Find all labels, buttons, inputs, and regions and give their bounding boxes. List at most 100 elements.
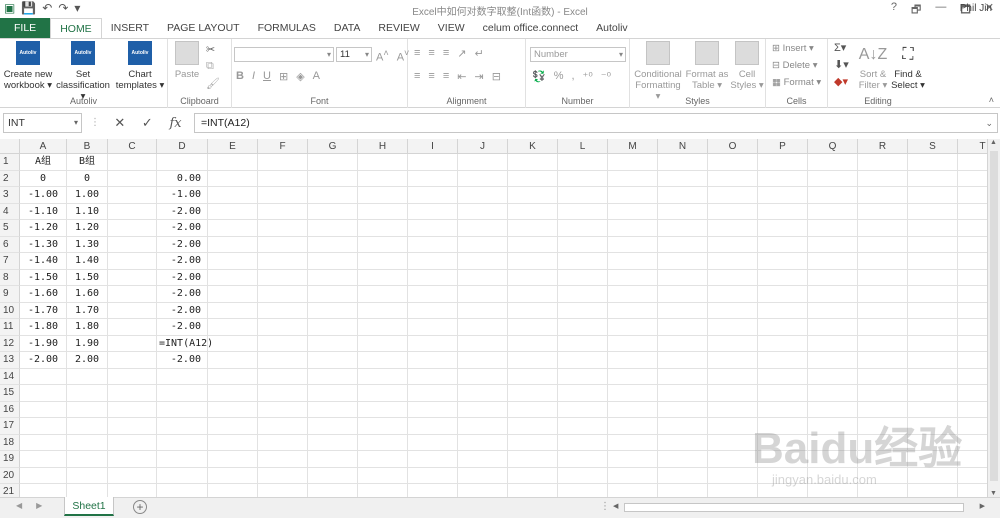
cell-f3[interactable] [258, 187, 308, 204]
cell-p15[interactable] [758, 385, 808, 402]
tab-split-handle-icon[interactable]: ⋮ [600, 501, 610, 512]
cell-i8[interactable] [408, 269, 458, 286]
cell-f5[interactable] [258, 220, 308, 237]
cell-a2[interactable]: 0 [20, 170, 67, 187]
cell-a16[interactable] [20, 401, 67, 418]
cell-d2[interactable]: 0.00 [157, 170, 208, 187]
cell-o14[interactable] [708, 368, 758, 385]
align-bottom-icon[interactable]: ≡ [443, 47, 449, 60]
cell-c2[interactable] [108, 170, 157, 187]
row-header-9[interactable]: 9 [0, 286, 20, 303]
cell-k7[interactable] [508, 253, 558, 270]
cell-f17[interactable] [258, 418, 308, 435]
cell-g12[interactable] [308, 335, 358, 352]
cell-c9[interactable] [108, 286, 157, 303]
cell-e13[interactable] [208, 352, 258, 369]
cell-p9[interactable] [758, 286, 808, 303]
cell-a18[interactable] [20, 434, 67, 451]
cell-s7[interactable] [908, 253, 958, 270]
cell-h16[interactable] [358, 401, 408, 418]
cell-e10[interactable] [208, 302, 258, 319]
cell-h2[interactable] [358, 170, 408, 187]
cell-k18[interactable] [508, 434, 558, 451]
row-header-8[interactable]: 8 [0, 269, 20, 286]
decrease-decimal-icon[interactable]: ⁻⁰ [601, 70, 611, 83]
cell-e1[interactable] [208, 154, 258, 171]
clear-icon[interactable]: ◆▾ [834, 75, 849, 88]
cell-b9[interactable]: 1.60 [67, 286, 108, 303]
cell-h13[interactable] [358, 352, 408, 369]
cell-l16[interactable] [558, 401, 608, 418]
cell-q3[interactable] [808, 187, 858, 204]
horizontal-scroll-thumb[interactable] [624, 503, 964, 512]
cell-i12[interactable] [408, 335, 458, 352]
cell-k15[interactable] [508, 385, 558, 402]
tab-page-layout[interactable]: PAGE LAYOUT [158, 18, 249, 38]
cell-s12[interactable] [908, 335, 958, 352]
cell-i10[interactable] [408, 302, 458, 319]
column-header-k[interactable]: K [508, 139, 558, 154]
scroll-left-icon[interactable]: ◀ [613, 502, 618, 510]
cell-k5[interactable] [508, 220, 558, 237]
grow-font-icon[interactable]: A˄ [376, 48, 389, 64]
cell-g14[interactable] [308, 368, 358, 385]
cell-n1[interactable] [658, 154, 708, 171]
cell-s13[interactable] [908, 352, 958, 369]
cell-l12[interactable] [558, 335, 608, 352]
cell-i14[interactable] [408, 368, 458, 385]
formula-input[interactable]: =INT(A12) ⌄ [194, 113, 998, 133]
cell-c8[interactable] [108, 269, 157, 286]
cell-o9[interactable] [708, 286, 758, 303]
tab-autoliv[interactable]: Autoliv [587, 18, 637, 38]
copy-icon[interactable]: ⧉ [206, 60, 220, 73]
cell-n16[interactable] [658, 401, 708, 418]
cell-r13[interactable] [858, 352, 908, 369]
cell-d1[interactable] [157, 154, 208, 171]
cell-m16[interactable] [608, 401, 658, 418]
cell-h3[interactable] [358, 187, 408, 204]
cell-p1[interactable] [758, 154, 808, 171]
format-cells-button[interactable]: ▦ Format ▾ [772, 77, 821, 88]
cell-q9[interactable] [808, 286, 858, 303]
cell-j3[interactable] [458, 187, 508, 204]
cell-d3[interactable]: -1.00 [157, 187, 208, 204]
tab-file[interactable]: FILE [0, 18, 51, 38]
cell-g11[interactable] [308, 319, 358, 336]
cell-h4[interactable] [358, 203, 408, 220]
row-header-2[interactable]: 2 [0, 170, 20, 187]
cell-b8[interactable]: 1.50 [67, 269, 108, 286]
row-header-11[interactable]: 11 [0, 319, 20, 336]
cell-h20[interactable] [358, 467, 408, 484]
cell-b4[interactable]: 1.10 [67, 203, 108, 220]
vertical-scrollbar[interactable]: ▲ ▼ [987, 139, 1000, 497]
cell-e3[interactable] [208, 187, 258, 204]
cell-j19[interactable] [458, 451, 508, 468]
column-header-s[interactable]: S [908, 139, 958, 154]
comma-icon[interactable]: , [571, 70, 574, 83]
cell-a4[interactable]: -1.10 [20, 203, 67, 220]
cell-i1[interactable] [408, 154, 458, 171]
cell-c14[interactable] [108, 368, 157, 385]
cell-b1[interactable]: B组 [67, 154, 108, 171]
cell-b2[interactable]: 0 [67, 170, 108, 187]
cell-j20[interactable] [458, 467, 508, 484]
cell-s8[interactable] [908, 269, 958, 286]
cell-k9[interactable] [508, 286, 558, 303]
align-left-icon[interactable]: ≡ [414, 70, 420, 83]
next-sheet-icon[interactable]: ▶ [36, 501, 42, 510]
cell-j17[interactable] [458, 418, 508, 435]
cell-e19[interactable] [208, 451, 258, 468]
paste-button[interactable]: Paste [170, 41, 204, 80]
cell-g19[interactable] [308, 451, 358, 468]
cell-o10[interactable] [708, 302, 758, 319]
cell-n12[interactable] [658, 335, 708, 352]
cell-l4[interactable] [558, 203, 608, 220]
cell-o20[interactable] [708, 467, 758, 484]
cell-e20[interactable] [208, 467, 258, 484]
cell-i15[interactable] [408, 385, 458, 402]
italic-icon[interactable]: I [252, 70, 255, 83]
cell-a1[interactable]: A组 [20, 154, 67, 171]
cell-g8[interactable] [308, 269, 358, 286]
cell-e2[interactable] [208, 170, 258, 187]
column-header-d[interactable]: D [157, 139, 208, 154]
